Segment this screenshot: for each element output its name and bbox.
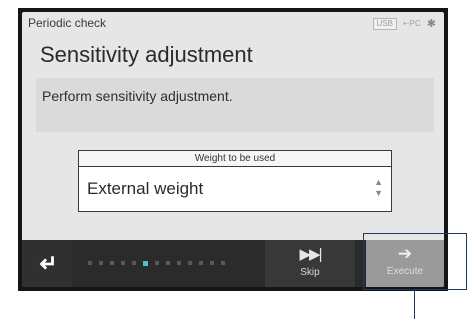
progress-dot	[99, 261, 103, 265]
skip-label: Skip	[300, 267, 320, 278]
status-bar: Periodic check USB ⇠PC ✱	[22, 12, 444, 34]
pc-label: PC	[409, 19, 421, 28]
progress-dot	[121, 261, 125, 265]
up-down-arrows-icon[interactable]: ▲ ▼	[374, 177, 383, 199]
instruction-message: Perform sensitivity adjustment.	[42, 88, 233, 104]
callout-leader-line	[414, 289, 415, 319]
skip-button[interactable]: ▶▶| Skip	[265, 240, 355, 287]
progress-dot-current	[143, 260, 148, 266]
step-progress	[88, 260, 225, 266]
return-arrow-icon	[39, 255, 54, 270]
message-area	[36, 78, 434, 132]
weight-select[interactable]: External weight ▲ ▼	[79, 167, 391, 211]
progress-dot	[88, 261, 92, 265]
status-icons: USB ⇠PC ✱	[372, 17, 436, 30]
progress-dot	[188, 261, 192, 265]
weight-value: External weight	[87, 179, 204, 198]
weight-selector: Weight to be used External weight ▲ ▼	[78, 150, 392, 212]
progress-dot	[210, 261, 214, 265]
skip-forward-icon: ▶▶|	[299, 246, 323, 263]
progress-dot	[132, 261, 136, 265]
progress-dot	[155, 261, 159, 265]
progress-dot	[221, 261, 225, 265]
weight-header: Weight to be used	[79, 151, 391, 167]
callout-highlight	[363, 233, 467, 290]
progress-dot	[177, 261, 181, 265]
back-button[interactable]	[22, 240, 72, 287]
page-title: Sensitivity adjustment	[40, 42, 253, 67]
pc-connection-icon: ⇠PC	[402, 19, 421, 28]
breadcrumb: Periodic check	[28, 16, 107, 30]
progress-dot	[166, 261, 170, 265]
bluetooth-icon: ✱	[426, 18, 436, 30]
progress-dot	[199, 261, 203, 265]
usb-icon: USB	[372, 17, 397, 30]
progress-dot	[110, 261, 114, 265]
